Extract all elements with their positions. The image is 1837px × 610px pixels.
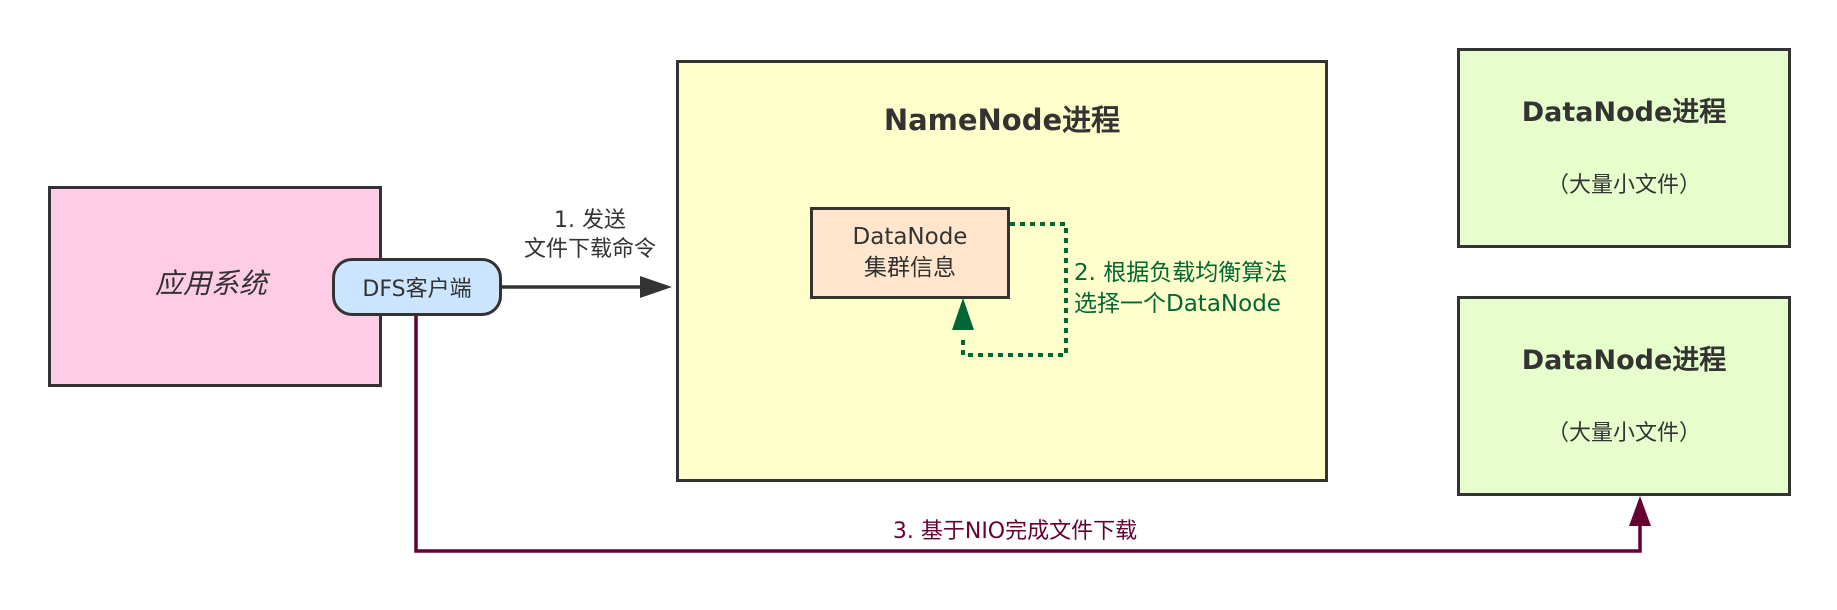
send-command-label-line1: 1. 发送 <box>554 208 626 233</box>
select-node-label-line1: 2. 根据负载均衡算法 <box>1074 260 1288 286</box>
nio-download-label: 3. 基于NIO完成文件下载 <box>892 519 1138 544</box>
nio-download-edge <box>414 316 1642 553</box>
nio-download-arrowhead <box>1629 496 1651 526</box>
dfs-client-box: DFS客户端 <box>332 258 502 316</box>
dfs-client-label: DFS客户端 <box>362 277 472 302</box>
select-node-arrowhead <box>952 298 974 330</box>
send-command-arrowhead <box>640 276 672 298</box>
select-node-edge <box>961 222 1068 357</box>
send-command-label-line2: 文件下载命令 <box>523 237 656 263</box>
send-command-label: 1. 发送 文件下载命令 <box>500 206 680 264</box>
select-node-label-line2: 选择一个DataNode <box>1074 291 1281 318</box>
select-node-label: 2. 根据负载均衡算法 选择一个DataNode <box>1074 258 1287 320</box>
